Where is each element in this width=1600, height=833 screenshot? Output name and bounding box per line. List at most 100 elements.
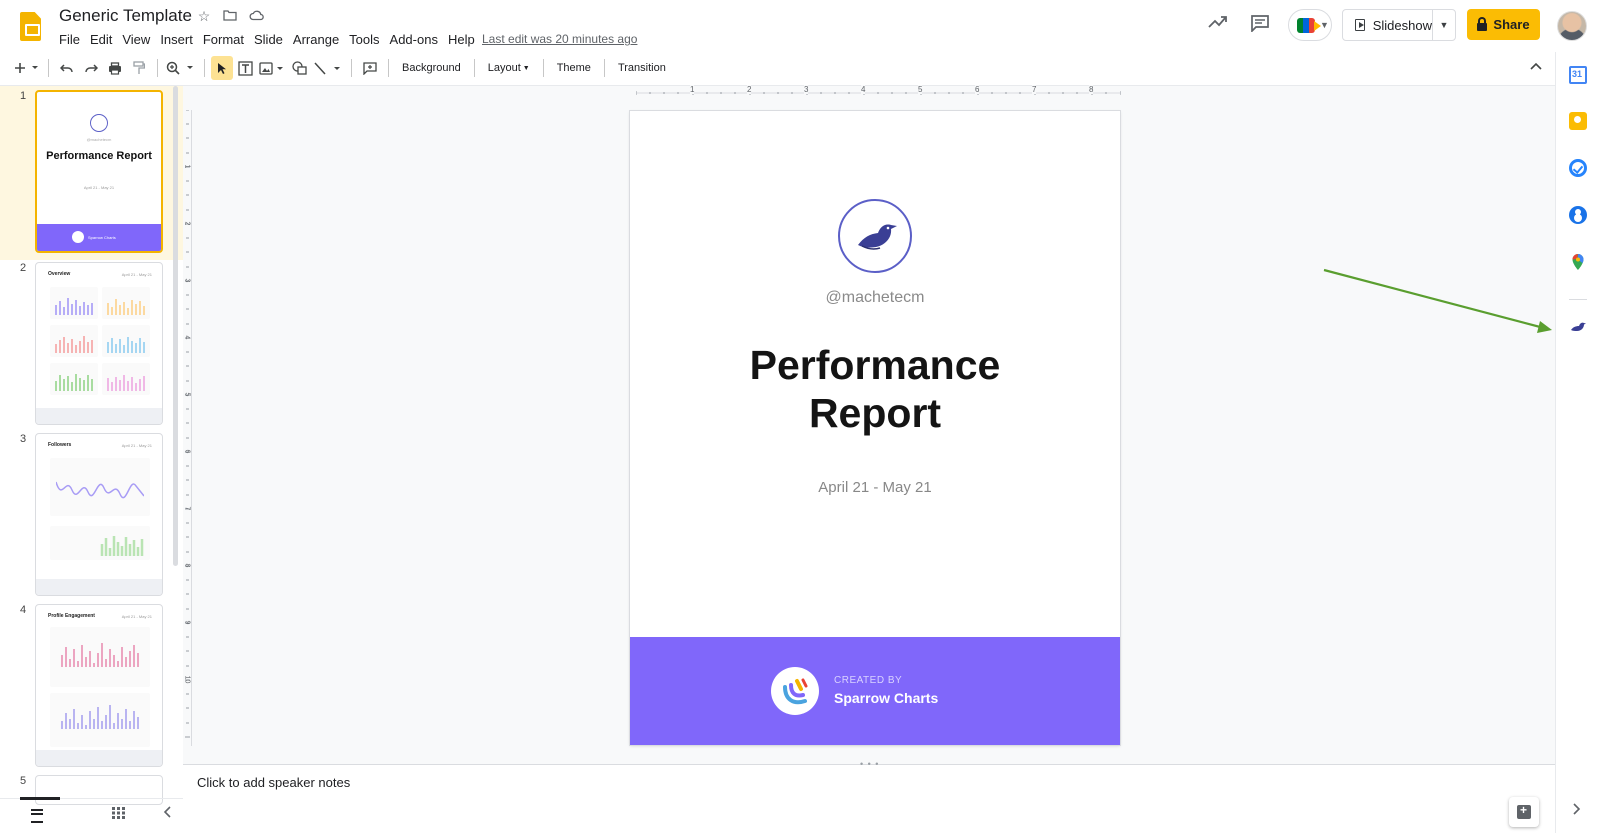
footer-created-by: CREATED BY — [834, 675, 903, 686]
resize-grip-icon[interactable]: • • • — [860, 759, 879, 769]
paint-format-icon[interactable] — [127, 56, 151, 80]
google-slides-app: Generic Template ☆ File Edit View Insert… — [0, 0, 1600, 833]
comment-icon[interactable] — [358, 56, 382, 80]
print-icon[interactable] — [103, 56, 127, 80]
thumb-date: April 21 - May 21 — [121, 614, 152, 619]
slide-title-line-1: Performance — [749, 342, 1001, 388]
menu-edit[interactable]: Edit — [85, 30, 117, 49]
comment-history-icon[interactable] — [1250, 14, 1270, 37]
grid-view-icon[interactable] — [112, 806, 125, 822]
expand-side-panel-chevron-icon[interactable] — [1573, 802, 1581, 818]
ruler-label: 5 — [918, 85, 923, 94]
mini-chart-card — [50, 526, 150, 560]
theme-button[interactable]: Theme — [550, 56, 598, 80]
ruler-label: 8 — [183, 563, 191, 568]
account-avatar[interactable] — [1557, 11, 1587, 41]
menu-view[interactable]: View — [117, 30, 155, 49]
calendar-icon[interactable] — [1569, 66, 1587, 84]
slide-date-range[interactable]: April 21 - May 21 — [630, 479, 1120, 496]
layout-button[interactable]: Layout ▼ — [481, 56, 537, 80]
redo-icon[interactable] — [79, 56, 103, 80]
contacts-icon[interactable] — [1569, 206, 1587, 224]
ruler-label: 1 — [183, 164, 191, 169]
menu-addons[interactable]: Add-ons — [385, 30, 443, 49]
text-box-icon[interactable] — [233, 56, 257, 80]
bird-logo-icon[interactable] — [838, 199, 912, 273]
filmstrip-view-icon[interactable] — [31, 809, 47, 823]
zoom-icon[interactable] — [164, 56, 198, 80]
filmstrip-scrollbar[interactable] — [173, 86, 178, 566]
meet-button[interactable]: ▼ — [1288, 9, 1332, 41]
slide-thumbnail-1[interactable]: @machetecm Performance Report April 21 -… — [35, 90, 163, 253]
slides-logo-icon[interactable] — [20, 12, 41, 41]
slide-thumbnail-3[interactable]: Followers April 21 - May 21 — [35, 433, 163, 596]
transition-button[interactable]: Transition — [611, 56, 673, 80]
shape-icon[interactable] — [287, 56, 311, 80]
thumb-date: April 21 - May 21 — [121, 272, 152, 277]
toolbar-divider — [351, 59, 352, 77]
collapse-menus-icon[interactable] — [1530, 58, 1542, 73]
move-folder-icon[interactable] — [222, 8, 238, 24]
ruler-label: 7 — [183, 506, 191, 511]
undo-icon[interactable] — [55, 56, 79, 80]
menu-arrange[interactable]: Arrange — [288, 30, 344, 49]
document-title[interactable]: Generic Template — [59, 6, 192, 26]
thumb-footer — [36, 750, 162, 766]
new-slide-icon[interactable] — [12, 56, 42, 80]
explore-button[interactable] — [1509, 797, 1539, 827]
layout-dropdown-icon: ▼ — [522, 64, 530, 72]
toolbar-divider — [388, 59, 389, 77]
thumb-handle: @machetecm — [86, 137, 112, 142]
slide-thumbnail-2[interactable]: Overview April 21 - May 21 — [35, 262, 163, 425]
current-slide[interactable]: @machetecm Performance Report April 21 -… — [630, 111, 1120, 745]
keep-icon[interactable] — [1569, 112, 1587, 130]
slide-handle-text[interactable]: @machetecm — [630, 289, 1120, 307]
select-icon[interactable] — [211, 56, 233, 80]
background-button[interactable]: Background — [395, 56, 468, 80]
vertical-ruler[interactable]: 1 2 3 4 5 6 7 8 9 10 — [183, 110, 192, 746]
activity-dashboard-icon[interactable] — [1208, 15, 1228, 34]
menu-file[interactable]: File — [59, 30, 85, 49]
star-icon[interactable]: ☆ — [196, 8, 212, 24]
present-icon — [1355, 19, 1365, 31]
toolbar-divider — [603, 59, 605, 77]
slide-footer-banner[interactable]: CREATED BY Sparrow Charts — [630, 637, 1120, 745]
lock-icon — [1477, 16, 1488, 31]
ruler-label: 9 — [183, 620, 191, 625]
sparrow-addon-icon[interactable] — [1569, 318, 1587, 336]
tasks-icon[interactable] — [1569, 159, 1587, 177]
maps-icon[interactable] — [1569, 253, 1587, 271]
share-button[interactable]: Share — [1467, 9, 1540, 40]
ruler-label: 4 — [183, 335, 191, 340]
slideshow-options-icon[interactable]: ▼ — [1433, 20, 1455, 30]
slide-thumbnail-4[interactable]: Profile Engagement April 21 - May 21 — [35, 604, 163, 767]
ruler-label: 8 — [1089, 85, 1094, 94]
ruler-label: 7 — [1032, 85, 1037, 94]
slideshow-button-group: Slideshow ▼ — [1342, 9, 1456, 41]
slide-number: 2 — [20, 262, 27, 274]
menu-tools[interactable]: Tools — [344, 30, 384, 49]
mini-chart-card — [102, 325, 150, 357]
thumb-date: April 21 - May 21 — [121, 443, 152, 448]
image-icon[interactable] — [257, 56, 287, 80]
menu-slide[interactable]: Slide — [249, 30, 288, 49]
mini-chart-card — [50, 693, 150, 747]
menu-help[interactable]: Help — [443, 30, 480, 49]
toolbar-divider — [48, 59, 49, 77]
slide-title[interactable]: Performance Report — [630, 341, 1120, 437]
speaker-notes-input[interactable]: Click to add speaker notes — [197, 775, 350, 790]
toolbar: Background Layout ▼ Theme Transition — [12, 56, 1556, 80]
menu-format[interactable]: Format — [198, 30, 249, 49]
mini-chart-card — [102, 287, 150, 319]
horizontal-ruler[interactable]: 1 2 3 4 5 6 7 8 — [636, 85, 1121, 97]
mini-chart-card — [50, 627, 150, 687]
menu-insert[interactable]: Insert — [155, 30, 198, 49]
cloud-saved-icon[interactable] — [248, 8, 264, 24]
filmstrip-view-controls — [0, 797, 183, 833]
thumb-footer: Sparrow Charts — [37, 224, 161, 251]
line-icon[interactable] — [311, 56, 345, 80]
slideshow-button[interactable]: Slideshow — [1343, 10, 1433, 40]
hide-filmstrip-chevron-icon[interactable] — [163, 805, 171, 822]
last-edit-link[interactable]: Last edit was 20 minutes ago — [482, 32, 637, 46]
thumb-date: April 21 - May 21 — [83, 185, 115, 190]
